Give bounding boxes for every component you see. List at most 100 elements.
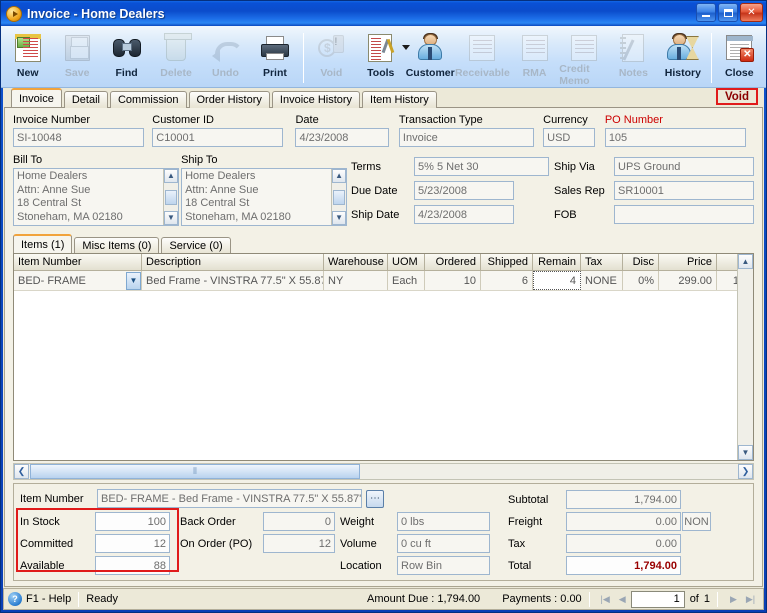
page-number-input[interactable]: 1 [630, 590, 685, 608]
toolbar-button-notes[interactable]: Notes [609, 29, 658, 87]
tab-item-history[interactable]: Item History [362, 91, 437, 108]
toolbar-button-print[interactable]: Print [250, 29, 299, 87]
tab-order-history[interactable]: Order History [188, 91, 270, 108]
line-items-grid[interactable]: Item Number Description Warehouse UOM Or… [13, 253, 754, 461]
scrollbar-thumb[interactable] [333, 189, 346, 205]
cell-price[interactable]: 299.00 [659, 271, 717, 290]
cell-item-number[interactable]: BED- FRAME ▼ [14, 271, 142, 290]
fob-input[interactable] [614, 205, 754, 224]
toolbar-button-undo[interactable]: Undo [201, 29, 250, 87]
toolbar-button-close[interactable]: ✕ Close [715, 29, 764, 87]
nav-first-icon[interactable]: |◀ [597, 591, 614, 607]
grid-horizontal-scrollbar[interactable]: ❮ ⦀ ❯ [13, 463, 754, 480]
ship-via-input[interactable]: UPS Ground [614, 157, 754, 176]
toolbar-button-credit-memo[interactable]: Credit Memo [559, 29, 608, 87]
transaction-type-input[interactable]: Invoice [398, 128, 534, 147]
toolbar-button-void[interactable]: $! Void [307, 29, 356, 87]
toolbar-button-delete[interactable]: Delete [151, 29, 200, 87]
committed-input[interactable]: 12 [95, 534, 170, 553]
scroll-right-icon[interactable]: ❯ [738, 464, 753, 479]
cell-disc[interactable]: 0% [623, 271, 659, 290]
scroll-down-icon[interactable]: ▼ [332, 211, 347, 225]
available-input[interactable]: 88 [95, 556, 170, 575]
col-item-number[interactable]: Item Number [14, 254, 142, 270]
ship-to-textarea[interactable]: Home Dealers Attn: Anne Sue 18 Central S… [181, 168, 348, 226]
freight-input[interactable]: 0.00 [566, 512, 681, 531]
back-order-input[interactable]: 0 [263, 512, 335, 531]
toolbar-button-find[interactable]: Find [102, 29, 151, 87]
col-remain[interactable]: Remain [533, 254, 581, 270]
bill-to-textarea[interactable]: Home Dealers Attn: Anne Sue 18 Central S… [13, 168, 179, 226]
col-price[interactable]: Price [659, 254, 717, 270]
grid-empty-area[interactable] [14, 291, 753, 460]
freight-tax-code[interactable]: NON [682, 512, 711, 531]
grid-vertical-scrollbar[interactable]: ▲ ▼ [737, 254, 753, 460]
toolbar-button-rma[interactable]: RMA [510, 29, 559, 87]
scroll-up-icon[interactable]: ▲ [738, 254, 753, 269]
customer-id-input[interactable]: C10001 [152, 128, 284, 147]
table-row[interactable]: BED- FRAME ▼ Bed Frame - VINSTRA 77.5" X… [14, 271, 753, 291]
detail-order-column: Back Order 0 On Order (PO) 12 [180, 512, 340, 575]
invoice-number-input[interactable]: SI-10048 [13, 128, 144, 147]
grid-tab-misc-items[interactable]: Misc Items (0) [74, 237, 160, 254]
ship-to-scrollbar[interactable]: ▲ ▼ [331, 169, 347, 225]
toolbar-button-customer[interactable]: Customer [406, 29, 455, 87]
scrollbar-thumb[interactable] [165, 189, 177, 205]
nav-last-icon[interactable]: ▶| [742, 591, 759, 607]
cell-ordered[interactable]: 10 [425, 271, 481, 290]
tab-invoice[interactable]: Invoice [11, 88, 62, 107]
ship-date-input[interactable]: 4/23/2008 [414, 205, 514, 224]
bill-to-scrollbar[interactable]: ▲ ▼ [163, 169, 178, 225]
grid-tab-items[interactable]: Items (1) [13, 234, 73, 253]
nav-prev-icon[interactable]: ◀ [614, 591, 631, 607]
scroll-up-icon[interactable]: ▲ [164, 169, 178, 183]
location-input[interactable]: Row Bin [397, 556, 490, 575]
weight-input[interactable]: 0 lbs [397, 512, 490, 531]
col-shipped[interactable]: Shipped [481, 254, 533, 270]
ellipsis-button-icon[interactable]: ⋯ [366, 489, 384, 508]
col-disc[interactable]: Disc [623, 254, 659, 270]
maximize-button[interactable] [718, 3, 738, 22]
scroll-left-icon[interactable]: ❮ [14, 464, 29, 479]
scroll-up-icon[interactable]: ▲ [332, 169, 347, 183]
po-number-input[interactable]: 105 [604, 128, 746, 147]
on-order-po-input[interactable]: 12 [263, 534, 335, 553]
col-description[interactable]: Description [142, 254, 324, 270]
col-ordered[interactable]: Ordered [425, 254, 481, 270]
nav-next-icon[interactable]: ▶ [725, 591, 742, 607]
tab-commission[interactable]: Commission [109, 91, 187, 108]
toolbar-button-tools[interactable]: Tools [356, 29, 410, 87]
minimize-button[interactable] [696, 3, 716, 22]
scroll-down-icon[interactable]: ▼ [738, 445, 753, 460]
history-person-icon [666, 32, 699, 64]
sales-rep-input[interactable]: SR10001 [614, 181, 754, 200]
col-tax[interactable]: Tax [581, 254, 623, 270]
help-circle-icon[interactable]: ? [8, 592, 22, 606]
close-button[interactable]: ✕ [740, 3, 763, 22]
cell-description[interactable]: Bed Frame - VINSTRA 77.5" X 55.87 [142, 271, 324, 290]
in-stock-input[interactable]: 100 [95, 512, 170, 531]
date-input[interactable]: 4/23/2008 [295, 128, 390, 147]
grid-tab-service[interactable]: Service (0) [161, 237, 231, 254]
tab-invoice-history[interactable]: Invoice History [271, 91, 361, 108]
toolbar-button-receivable[interactable]: Receivable [455, 29, 510, 87]
item-number-chevron-down-icon[interactable]: ▼ [126, 271, 141, 290]
cell-warehouse[interactable]: NY [324, 271, 388, 290]
due-date-input[interactable]: 5/23/2008 [414, 181, 514, 200]
currency-input[interactable]: USD [543, 128, 596, 147]
cell-tax[interactable]: NONE [581, 271, 623, 290]
toolbar-button-history[interactable]: History [658, 29, 707, 87]
cell-shipped[interactable]: 6 [481, 271, 533, 290]
col-warehouse[interactable]: Warehouse [324, 254, 388, 270]
tab-detail[interactable]: Detail [63, 91, 108, 108]
cell-remain[interactable]: 4 [533, 271, 581, 290]
volume-input[interactable]: 0 cu ft [397, 534, 490, 553]
cell-uom[interactable]: Each [388, 271, 425, 290]
hscrollbar-thumb[interactable]: ⦀ [30, 464, 360, 479]
terms-input[interactable]: 5% 5 Net 30 [414, 157, 549, 176]
scroll-down-icon[interactable]: ▼ [164, 211, 178, 225]
toolbar-button-save[interactable]: Save [52, 29, 101, 87]
detail-item-number-input[interactable]: BED- FRAME - Bed Frame - VINSTRA 77.5" X… [97, 489, 362, 508]
col-uom[interactable]: UOM [388, 254, 425, 270]
toolbar-button-new[interactable]: New [3, 29, 52, 87]
